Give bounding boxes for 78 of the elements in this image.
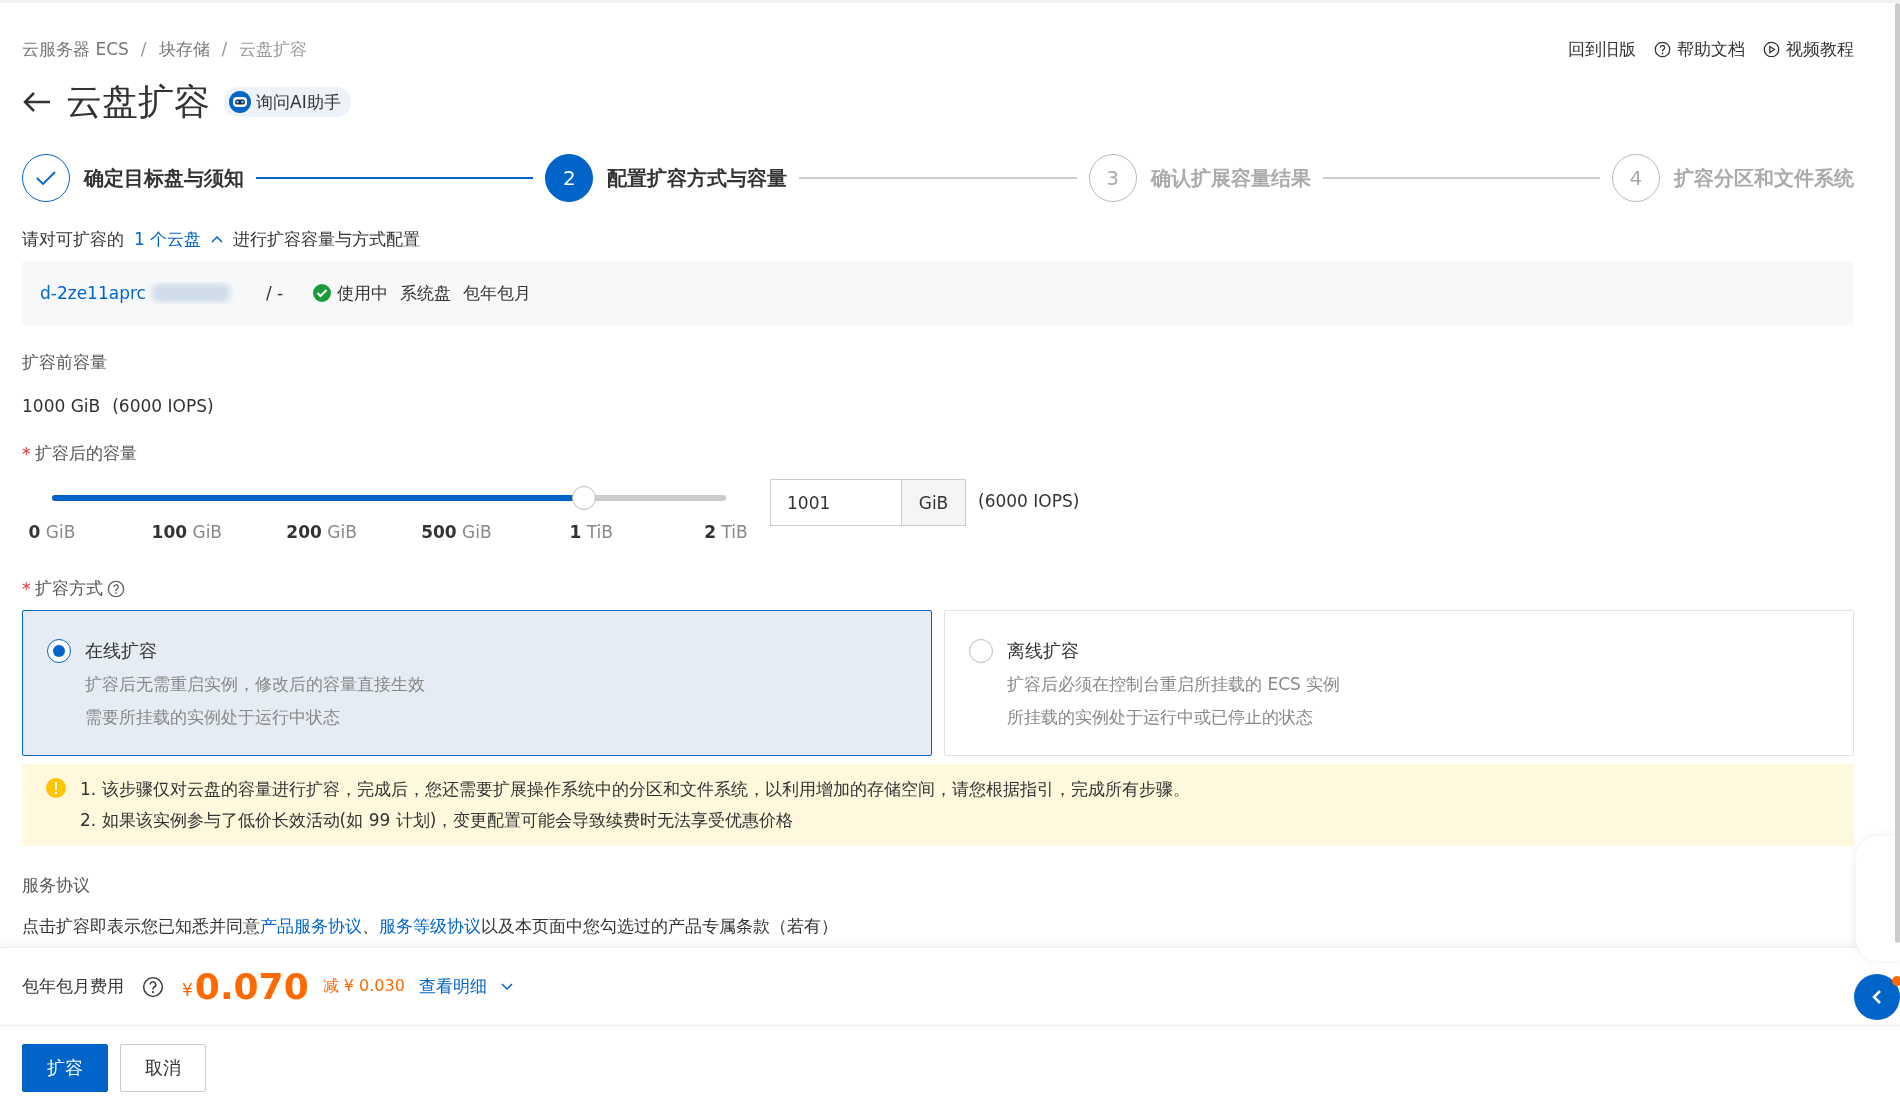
slider-mark: 0 GiB bbox=[27, 521, 77, 543]
step-indicator: 2 bbox=[545, 154, 594, 202]
step-indicator: 3 bbox=[1088, 154, 1137, 202]
slider-mark: 2 TiB bbox=[703, 521, 749, 543]
ai-assistant-button[interactable]: 询问AI助手 bbox=[224, 87, 351, 117]
agreement-link[interactable]: 服务等级协议 bbox=[379, 916, 481, 936]
step-label: 确认扩展容量结果 bbox=[1150, 164, 1311, 192]
top-link[interactable]: 帮助文档 bbox=[1654, 37, 1745, 61]
capacity-value: 1000 GiB bbox=[22, 396, 101, 416]
chevron-down-icon[interactable] bbox=[500, 982, 513, 991]
disk-separator: / - bbox=[265, 283, 284, 303]
iops-value: (6000 IOPS) bbox=[112, 396, 214, 416]
check-icon bbox=[35, 170, 57, 186]
option-description: 需要所挂载的实例处于运行中状态 bbox=[85, 706, 341, 729]
disk-billing: 包年包月 bbox=[463, 281, 532, 305]
breadcrumb-link[interactable]: 云服务器 ECS bbox=[22, 37, 129, 61]
disk-status: 使用中 bbox=[337, 281, 389, 305]
page-title: 云盘扩容 bbox=[66, 79, 210, 124]
help-icon bbox=[142, 975, 164, 998]
back-arrow-icon[interactable] bbox=[22, 90, 52, 114]
slider-handle[interactable] bbox=[572, 486, 597, 510]
agreement-text: 点击扩容即表示您已知悉并同意产品服务协议、服务等级协议以及本页面中您勾选过的产品专属条款（若有） bbox=[22, 915, 839, 938]
intro-text: 进行扩容容量与方式配置 bbox=[233, 227, 421, 251]
option-description: 扩容后无需重启实例，修改后的容量直接生效 bbox=[85, 673, 425, 696]
option-description: 所挂载的实例处于运行中或已停止的状态 bbox=[1007, 706, 1314, 729]
slider-mark: 1 TiB bbox=[568, 521, 614, 543]
submit-button[interactable]: 扩容 bbox=[22, 1044, 108, 1092]
view-details-link[interactable]: 查看明细 bbox=[418, 975, 487, 998]
caret-icon[interactable] bbox=[211, 235, 224, 243]
notice-text: 2. 如果该实例参与了低价长效活动(如 99 计划)，变更配置可能会导致续费时无法享受优惠价格 bbox=[80, 809, 795, 832]
iops-value: (6000 IOPS) bbox=[978, 491, 1080, 511]
play-icon bbox=[1763, 40, 1780, 58]
disk-count-link[interactable]: 1 个云盘 bbox=[134, 227, 202, 251]
required-mark: * bbox=[22, 578, 31, 599]
notification-dot bbox=[1892, 976, 1900, 986]
price: 0.070 bbox=[194, 966, 309, 1007]
fee-label: 包年包月费用 bbox=[22, 975, 124, 998]
method-option-card[interactable]: 离线扩容 扩容后必须在控制台重启所挂载的 ECS 实例 所挂载的实例处于运行中或已停止的状态 bbox=[944, 610, 1854, 756]
required-mark: * bbox=[22, 443, 31, 464]
slider-mark: 200 GiB bbox=[285, 521, 358, 543]
top-link[interactable]: 回到旧版 bbox=[1568, 37, 1636, 61]
help-icon bbox=[1654, 40, 1671, 58]
capacity-input[interactable]: 1001 bbox=[770, 479, 902, 526]
unit-addon: GiB bbox=[902, 479, 966, 526]
currency-symbol: ¥ bbox=[182, 979, 193, 1000]
method-option-card[interactable]: 在线扩容 扩容后无需重启实例，修改后的容量直接生效 需要所挂载的实例处于运行中状态 bbox=[22, 610, 932, 756]
field-label: 扩容后的容量 bbox=[34, 442, 137, 465]
notice-text: 1. 该步骤仅对云盘的容量进行扩容，完成后，您还需要扩展操作系统中的分区和文件系统，以利用增加的存储空间，请您根据指引，完成所有步骤。 bbox=[80, 778, 1190, 801]
field-label: 扩容前容量 bbox=[22, 351, 107, 374]
step-label: 配置扩容方式与容量 bbox=[607, 164, 788, 192]
discount: 减 ¥ 0.030 bbox=[322, 976, 405, 997]
breadcrumb-link[interactable]: 块存储 bbox=[158, 37, 210, 61]
intro-text: 请对可扩容的 bbox=[22, 227, 124, 251]
option-title: 离线扩容 bbox=[1007, 639, 1080, 663]
disk-type: 系统盘 bbox=[400, 281, 452, 305]
disk-id-link[interactable]: d-2ze11aprc bbox=[40, 283, 146, 303]
breadcrumb-separator: / bbox=[221, 39, 228, 59]
warning-icon bbox=[46, 778, 66, 798]
chevron-left-icon bbox=[1871, 989, 1883, 1005]
agreement-link[interactable]: 产品服务协议 bbox=[260, 916, 362, 936]
robot-icon bbox=[228, 90, 252, 114]
section-heading: 服务协议 bbox=[22, 874, 90, 897]
radio-button[interactable] bbox=[969, 639, 993, 663]
option-description: 扩容后必须在控制台重启所挂载的 ECS 实例 bbox=[1007, 673, 1341, 696]
radio-button[interactable] bbox=[47, 639, 71, 663]
help-icon bbox=[106, 579, 125, 598]
breadcrumb-separator: / bbox=[140, 39, 147, 59]
top-link[interactable]: 视频教程 bbox=[1763, 37, 1854, 61]
success-check-icon bbox=[313, 284, 332, 302]
option-title: 在线扩容 bbox=[85, 639, 158, 663]
step-label: 确定目标盘与须知 bbox=[84, 164, 244, 192]
cancel-button[interactable]: 取消 bbox=[120, 1044, 206, 1092]
slider-mark: 100 GiB bbox=[150, 521, 224, 543]
scrollbar[interactable] bbox=[1895, 3, 1900, 943]
step-indicator: 4 bbox=[1612, 154, 1660, 202]
field-label: 扩容方式 bbox=[34, 577, 103, 600]
step-label: 扩容分区和文件系统 bbox=[1674, 164, 1854, 192]
slider-mark: 500 GiB bbox=[420, 521, 493, 543]
